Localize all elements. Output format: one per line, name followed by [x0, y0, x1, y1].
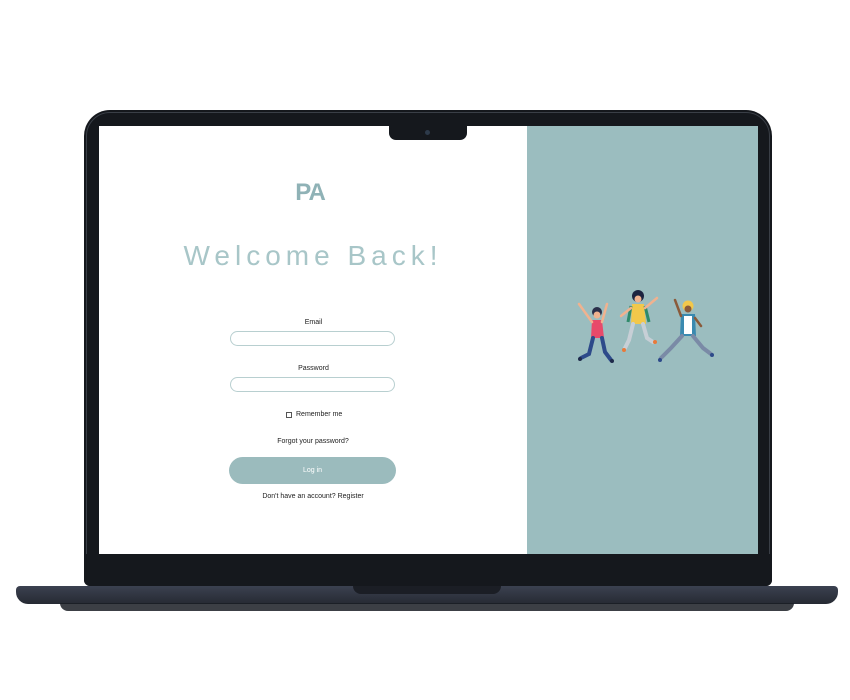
email-field[interactable]	[230, 331, 395, 346]
forgot-password-link[interactable]: Forgot your password?	[99, 438, 527, 445]
register-link[interactable]: Don't have an account? Register	[99, 493, 527, 500]
remember-me-checkbox[interactable]	[286, 411, 292, 418]
password-field[interactable]	[230, 377, 395, 392]
person-right	[658, 298, 714, 362]
person-left	[577, 302, 614, 363]
screen-bottom-bezel	[84, 554, 772, 586]
remember-me-label: Remember me	[296, 411, 343, 418]
email-label: Email	[304, 319, 323, 326]
webcam-icon	[425, 130, 430, 135]
login-panel: PA Welcome Back! Email Password Remember…	[99, 126, 527, 554]
remember-me-row[interactable]: Remember me	[286, 411, 342, 418]
laptop-lid-opener	[353, 586, 501, 594]
person-middle	[619, 290, 659, 352]
laptop-base-underside	[60, 603, 794, 611]
laptop-screen: PA Welcome Back! Email Password Remember…	[99, 126, 758, 554]
welcome-heading: Welcome Back!	[183, 240, 443, 271]
camera-notch	[389, 126, 467, 140]
login-button[interactable]: Log in	[229, 457, 396, 484]
illustration-panel	[527, 126, 758, 554]
password-label: Password	[298, 365, 329, 372]
jumping-people-illustration-icon	[577, 290, 714, 363]
app-logo: PA	[295, 179, 326, 206]
